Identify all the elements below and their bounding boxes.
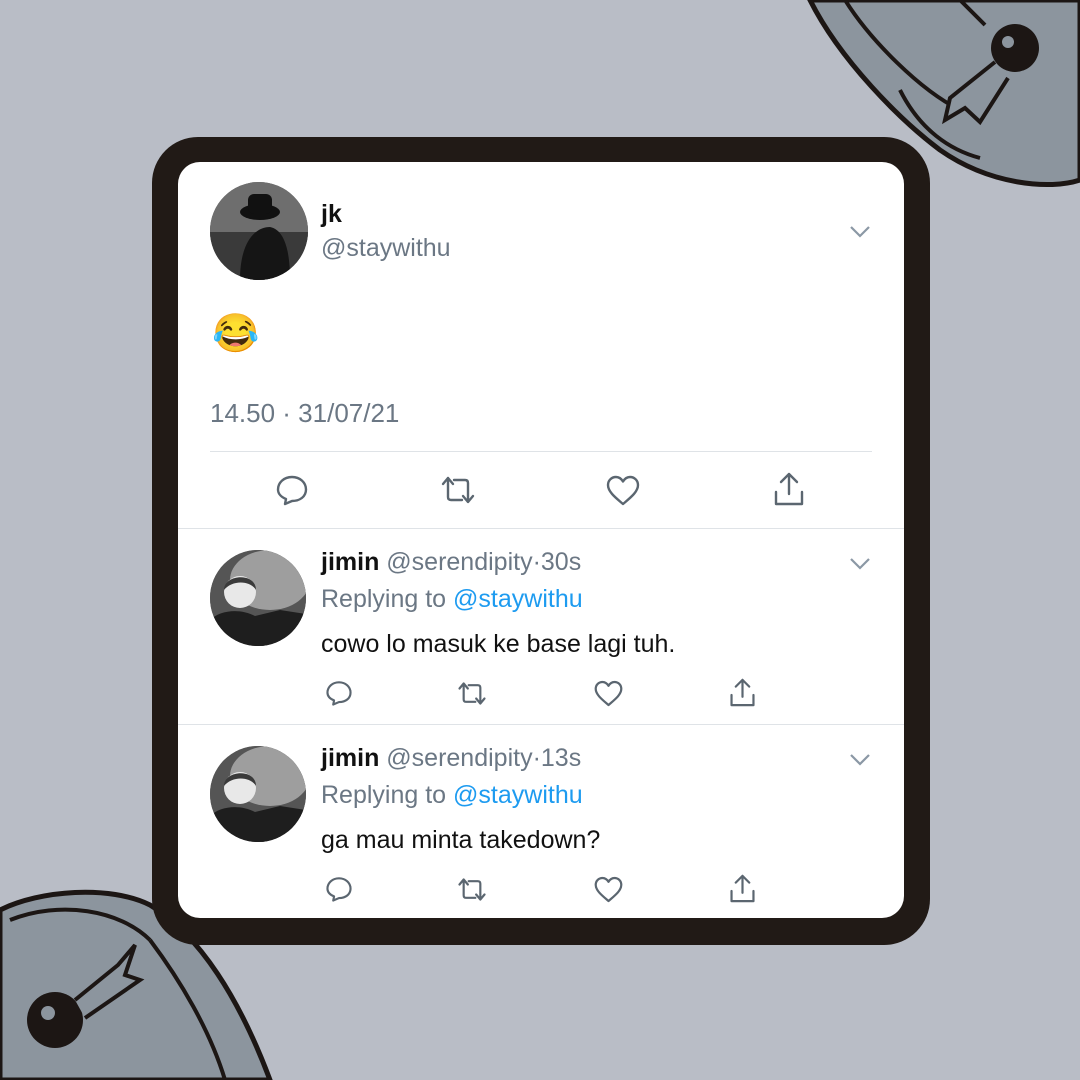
replying-to-label: Replying to (321, 781, 447, 809)
retweet-icon[interactable] (440, 475, 476, 505)
reply-author-name[interactable]: jimin (321, 548, 379, 576)
retweet-icon[interactable] (457, 877, 487, 902)
mention-link[interactable]: @staywithu (453, 781, 583, 809)
reply-author-handle[interactable]: @serendipity (386, 548, 532, 576)
reply-icon[interactable] (325, 875, 353, 903)
tweet-text: 😂 (212, 313, 260, 355)
reply-time: 13s (540, 744, 582, 772)
like-icon[interactable] (594, 876, 623, 903)
chevron-down-icon[interactable] (849, 557, 871, 571)
reply-icon[interactable] (325, 679, 353, 707)
separator: · (532, 744, 541, 772)
avatar[interactable] (210, 182, 308, 280)
avatar[interactable] (210, 746, 306, 842)
mention-link[interactable]: @staywithu (453, 585, 583, 613)
separator: · (532, 548, 541, 576)
avatar[interactable] (210, 550, 306, 646)
tweet-card: jk @staywithu 😂 14.50 · 31/07/21 jimin @… (178, 162, 904, 918)
reply-time: 30s (540, 548, 582, 576)
author-name[interactable]: jk (321, 200, 342, 229)
reply-text: cowo lo masuk ke base lagi tuh. (321, 630, 676, 658)
divider (178, 724, 904, 725)
chevron-down-icon[interactable] (849, 753, 871, 767)
share-icon[interactable] (729, 677, 756, 708)
like-icon[interactable] (606, 475, 640, 506)
author-handle[interactable]: @staywithu (321, 234, 451, 263)
share-icon[interactable] (773, 471, 805, 507)
chevron-down-icon[interactable] (849, 225, 871, 239)
replying-to-label: Replying to (321, 585, 447, 613)
reply-text: ga mau minta takedown? (321, 826, 601, 854)
like-icon[interactable] (594, 680, 623, 707)
reply-author-handle[interactable]: @serendipity (386, 744, 532, 772)
tweet-timestamp: 14.50 · 31/07/21 (210, 398, 400, 428)
reply-author-name[interactable]: jimin (321, 744, 379, 772)
share-icon[interactable] (729, 873, 756, 904)
divider (178, 528, 904, 529)
divider (210, 451, 872, 452)
retweet-icon[interactable] (457, 681, 487, 706)
reply-icon[interactable] (275, 473, 309, 507)
